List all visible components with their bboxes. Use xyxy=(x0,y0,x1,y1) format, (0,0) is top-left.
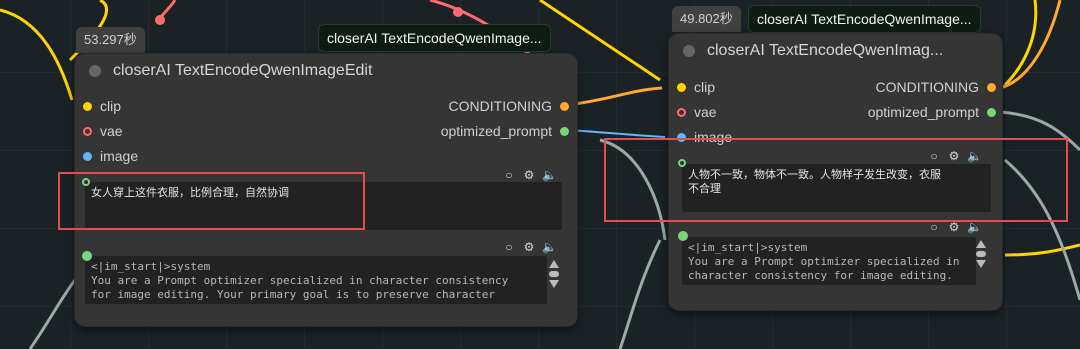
scroll-thumb[interactable] xyxy=(549,271,559,277)
left-output-conditioning[interactable]: CONDITIONING xyxy=(449,98,569,114)
vae-socket-icon[interactable] xyxy=(83,126,92,136)
slot-label: optimized_prompt xyxy=(867,104,979,120)
node-canvas[interactable]: 53.297秒 closerAI TextEncodeQwenImage... … xyxy=(0,0,1080,349)
right-system-scrollbar[interactable] xyxy=(975,240,987,268)
optimized-prompt-socket-icon[interactable] xyxy=(560,126,569,136)
left-node-title: closerAI TextEncodeQwenImageEdit xyxy=(113,62,373,79)
right-node-title: closerAI TextEncodeQwenImag... xyxy=(707,42,944,59)
speaker-icon[interactable]: 🔈 xyxy=(542,240,557,254)
wire-reroute-dot-2 xyxy=(155,15,165,25)
vae-socket-icon[interactable] xyxy=(677,107,686,117)
right-output-conditioning[interactable]: CONDITIONING xyxy=(876,79,996,95)
scroll-up-icon[interactable] xyxy=(976,240,986,248)
collapse-dot-icon[interactable] xyxy=(683,45,695,57)
collapse-dot-icon[interactable] xyxy=(89,65,101,77)
wire-clip-yellow xyxy=(0,8,74,101)
circle-icon[interactable]: ○ xyxy=(927,220,941,234)
scroll-down-icon[interactable] xyxy=(549,280,559,288)
circle-icon[interactable]: ○ xyxy=(502,168,516,182)
right-output-optimized-prompt[interactable]: optimized_prompt xyxy=(868,104,996,120)
left-input-clip[interactable]: clip xyxy=(83,98,121,114)
gear-icon[interactable]: ⚙ xyxy=(522,240,536,254)
left-node-badge: closerAI TextEncodeQwenImage... xyxy=(318,24,551,52)
scroll-up-icon[interactable] xyxy=(549,260,559,268)
left-output-optimized-prompt[interactable]: optimized_prompt xyxy=(441,123,569,139)
image-socket-icon[interactable] xyxy=(83,151,92,161)
wire-reroute-dot xyxy=(453,7,463,17)
left-node-timer: 53.297秒 xyxy=(76,27,145,53)
circle-icon[interactable]: ○ xyxy=(502,240,516,254)
slot-label: optimized_prompt xyxy=(440,123,552,139)
slot-label: CONDITIONING xyxy=(448,98,552,114)
wire-grey-right-bottom xyxy=(618,239,662,349)
scroll-thumb[interactable] xyxy=(976,251,986,257)
speaker-icon[interactable]: 🔈 xyxy=(542,168,557,182)
optimized-prompt-socket-icon[interactable] xyxy=(987,107,996,117)
left-system-textarea[interactable]: <|im_start|>system You are a Prompt opti… xyxy=(85,256,547,304)
left-input-vae[interactable]: vae xyxy=(83,123,123,139)
gear-icon[interactable]: ⚙ xyxy=(522,168,536,182)
right-system-textarea[interactable]: <|im_start|>system You are a Prompt opti… xyxy=(682,237,976,285)
slot-label: image xyxy=(100,148,139,164)
conditioning-socket-icon[interactable] xyxy=(560,101,569,111)
scroll-down-icon[interactable] xyxy=(976,260,986,268)
system-input-socket-icon[interactable] xyxy=(82,251,92,261)
left-system-toolbar: ○ ⚙ 🔈 xyxy=(502,240,557,254)
slot-label: vae xyxy=(694,104,717,120)
left-system-scrollbar[interactable] xyxy=(548,260,560,288)
right-node-timer: 49.802秒 xyxy=(672,6,741,32)
slot-label: vae xyxy=(100,123,123,139)
slot-label: clip xyxy=(100,98,122,114)
wire-yellow-right-top xyxy=(1003,0,1038,87)
slot-label: CONDITIONING xyxy=(875,79,979,95)
clip-socket-icon[interactable] xyxy=(83,101,92,111)
slot-label: clip xyxy=(694,79,716,95)
gear-icon[interactable]: ⚙ xyxy=(947,220,961,234)
right-prompt-highlight xyxy=(604,138,1068,222)
left-input-image[interactable]: image xyxy=(83,148,138,164)
right-node-title-bar[interactable]: closerAI TextEncodeQwenImag... xyxy=(669,34,1002,68)
right-system-toolbar: ○ ⚙ 🔈 xyxy=(927,220,982,234)
clip-socket-icon[interactable] xyxy=(677,82,686,92)
conditioning-socket-icon[interactable] xyxy=(987,82,996,92)
wire-yellow-right-bottom xyxy=(1004,243,1080,257)
right-input-vae[interactable]: vae xyxy=(677,104,717,120)
wire-conditioning-orange xyxy=(566,86,663,107)
system-input-socket-icon[interactable] xyxy=(678,231,688,241)
speaker-icon[interactable]: 🔈 xyxy=(967,220,982,234)
wire-image-blue xyxy=(567,129,666,138)
left-node-title-bar[interactable]: closerAI TextEncodeQwenImageEdit xyxy=(75,54,577,88)
wire-grey-bottom-left xyxy=(28,279,77,349)
left-prompt-highlight xyxy=(58,172,365,230)
right-input-clip[interactable]: clip xyxy=(677,79,715,95)
right-node-badge: closerAI TextEncodeQwenImage... xyxy=(748,5,981,33)
left-prompt-toolbar: ○ ⚙ 🔈 xyxy=(502,168,557,182)
